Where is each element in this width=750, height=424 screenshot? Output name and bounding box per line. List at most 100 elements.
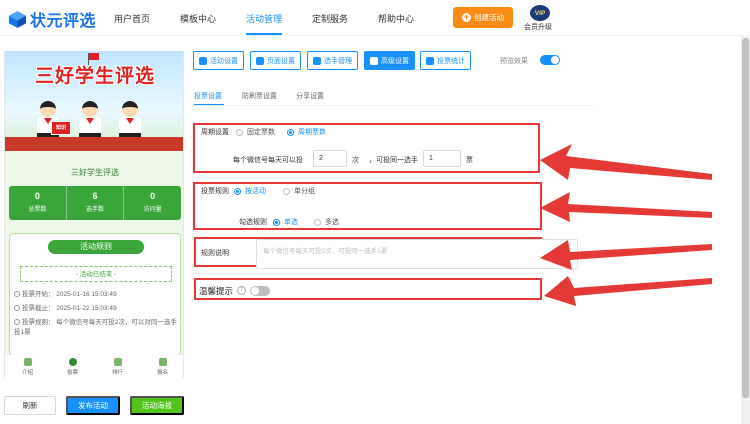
- cube-logo-icon: [8, 10, 27, 28]
- tabbar-label: 介绍: [21, 370, 33, 376]
- vote-icon: [68, 358, 77, 366]
- radio-by-activity[interactable]: 按活动: [234, 186, 266, 196]
- top-navbar: 状元评选 用户首页 模板中心 活动管理 定制服务 帮助中心 + 创建活动 VIP…: [0, 0, 750, 36]
- stat-label: 总票数: [28, 207, 47, 213]
- tab-vote-settings[interactable]: 投票设置: [194, 91, 222, 101]
- nav-templates[interactable]: 模板中心: [180, 12, 216, 25]
- page-scrollbar[interactable]: [741, 36, 750, 424]
- tabbar-rank[interactable]: 排行: [95, 355, 140, 378]
- stat-label: 访问量: [143, 207, 162, 213]
- student-illustration: [77, 101, 103, 141]
- radio-dot: [234, 187, 241, 195]
- arrow-rules-icon: [540, 192, 712, 222]
- daily-votes-input[interactable]: 2: [313, 150, 347, 167]
- contestant-manage-button[interactable]: 选手管理: [307, 51, 358, 70]
- radio-dot: [236, 128, 243, 136]
- rules-card: 活动规则 - 活动已结束 - 投票开始： 2025-01-16 15:03:49…: [9, 233, 181, 356]
- tabbar-vote[interactable]: 投票: [50, 355, 95, 378]
- nav-home[interactable]: 用户首页: [114, 12, 150, 25]
- warm-tip-toggle[interactable]: [250, 286, 270, 296]
- tabbar-signup[interactable]: 报名: [140, 355, 183, 378]
- settings-icon: [256, 56, 264, 65]
- rule-description-label: 规则说明: [201, 250, 229, 257]
- page-settings-button[interactable]: 页面设置: [250, 51, 301, 70]
- create-activity-label: 创建活动: [474, 13, 504, 22]
- intro-icon: [23, 358, 32, 366]
- mobile-preview: 三好学生评选 知识 三好学生评选 0 总票数 6 选手数 0 访问量 活动规则 …: [4, 51, 184, 378]
- clock-icon: [14, 305, 20, 311]
- check-rule-label: 勾选规则: [239, 219, 267, 226]
- nav-help[interactable]: 帮助中心: [378, 12, 414, 25]
- refresh-button[interactable]: 刷新: [4, 396, 56, 415]
- radio-cycle-votes[interactable]: 周期票数: [287, 127, 326, 137]
- question-icon[interactable]: ?: [237, 286, 246, 295]
- activity-settings-button[interactable]: 活动设置: [193, 51, 244, 70]
- button-label: 投票统计: [437, 57, 465, 65]
- vip-icon[interactable]: VIP: [530, 5, 550, 21]
- cycle-settings-label: 周期设置: [201, 129, 229, 136]
- nav-active-underline: [246, 33, 282, 35]
- sliders-icon: [370, 56, 378, 65]
- radio-label: 多选: [325, 219, 339, 226]
- advanced-settings-button[interactable]: 高级设置: [364, 51, 415, 70]
- publish-button[interactable]: 发布活动: [66, 396, 120, 415]
- brand-name: 状元评选: [30, 13, 97, 30]
- radio-label: 周期票数: [298, 129, 326, 136]
- button-label: 活动设置: [210, 57, 238, 65]
- users-icon: [313, 56, 321, 65]
- activity-status: - 活动已结束 -: [20, 266, 172, 282]
- clock-icon: [14, 291, 20, 297]
- activity-name: 三好学生评选: [71, 168, 119, 177]
- bar-chart-icon: [426, 56, 434, 65]
- brand-logo[interactable]: 状元评选: [8, 7, 96, 31]
- vip-upgrade-link[interactable]: 会员升级: [524, 22, 552, 32]
- nav-activity-manage[interactable]: 活动管理: [246, 12, 282, 25]
- book-label: 知识: [55, 125, 66, 131]
- toggle-knob: [251, 287, 259, 295]
- scrollbar-thumb[interactable]: [742, 38, 749, 398]
- tab-share-settings[interactable]: 分享设置: [296, 91, 324, 101]
- stat-value: 0: [150, 191, 156, 201]
- tab-active-underline: [194, 104, 224, 105]
- radio-by-group[interactable]: 单分组: [283, 186, 315, 196]
- radio-dot: [287, 128, 294, 136]
- plus-icon: +: [462, 12, 471, 22]
- rule-vote: 投票规则： 每个微信号每天可投2次，可以对同一选手投1票: [14, 318, 180, 338]
- tab-anti-fraud[interactable]: 防刷票设置: [242, 91, 277, 101]
- unit-times: 次: [352, 157, 359, 164]
- preview-toggle[interactable]: [540, 55, 560, 65]
- annotation-arrows: [540, 144, 712, 306]
- arrow-tip-icon: [544, 276, 712, 306]
- stats-bar: 0 总票数 6 选手数 0 访问量: [9, 186, 181, 220]
- vote-stats-button[interactable]: 投票统计: [420, 51, 471, 70]
- tabbar-label: 报名: [156, 370, 168, 376]
- tabbar-label: 投票: [66, 370, 78, 376]
- arrow-description-icon: [540, 240, 712, 270]
- tabbar-intro[interactable]: 介绍: [5, 355, 50, 378]
- rule-text: 投票截止： 2025-01-22 15:03:49: [22, 305, 117, 312]
- banner-title: 三好学生评选: [34, 66, 155, 87]
- radio-multi-choice[interactable]: 多选: [314, 217, 339, 227]
- arrow-cycle-icon: [540, 144, 712, 180]
- same-contestant-input[interactable]: 1: [423, 150, 461, 167]
- create-activity-button[interactable]: + 创建活动: [453, 7, 513, 28]
- toggle-knob: [551, 56, 559, 64]
- highlight-warm-tip: [194, 278, 542, 300]
- stat-total-votes: 0 总票数: [9, 186, 67, 220]
- button-label: 页面设置: [267, 57, 295, 65]
- trophy-icon: [113, 358, 122, 366]
- nav-custom-service[interactable]: 定制服务: [312, 12, 348, 25]
- preview-effect-label: 预览效果: [500, 58, 528, 65]
- flag-icon: [89, 53, 99, 60]
- poster-button[interactable]: 活动海报: [130, 396, 184, 415]
- preview-tabbar: 介绍 投票 排行 报名: [5, 355, 183, 378]
- rule-description-input[interactable]: 每个微信号每天可投2次，可投同一选手1票: [256, 239, 578, 269]
- rules-title: 活动规则: [48, 240, 144, 254]
- radio-dot: [283, 187, 290, 195]
- stat-visits: 0 访问量: [124, 186, 181, 220]
- info-icon: [14, 319, 20, 325]
- radio-single-choice[interactable]: 单选: [273, 217, 298, 227]
- stat-value: 0: [34, 191, 40, 201]
- radio-dot: [273, 218, 280, 226]
- radio-fixed-votes[interactable]: 固定票数: [236, 127, 275, 137]
